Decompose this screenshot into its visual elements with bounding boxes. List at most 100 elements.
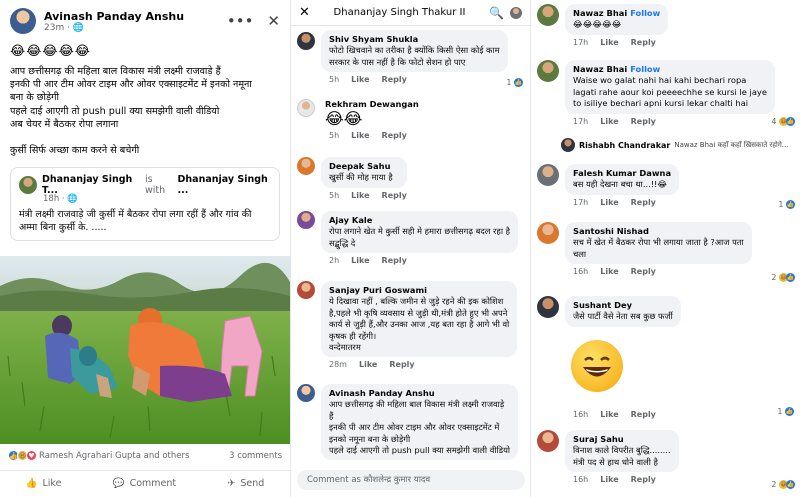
commenter-name[interactable]: Shiv Shyam Shukla: [329, 34, 500, 45]
like-button[interactable]: 👍 Like: [26, 478, 62, 489]
reply-likes[interactable]: 2 😆👍: [771, 273, 795, 282]
reply-link[interactable]: Reply: [631, 410, 656, 419]
comment-item: Rekhram Dewangan 😂😂 5h Like Reply: [291, 99, 530, 140]
commenter-avatar[interactable]: [537, 296, 559, 318]
commenter-name[interactable]: Sanjay Puri Goswami: [329, 285, 509, 296]
commenter-avatar[interactable]: [537, 60, 559, 82]
shared-with-name[interactable]: Dhananjay Singh ...: [178, 174, 271, 196]
commenter-name[interactable]: Falesh Kumar Dawna: [573, 168, 671, 179]
commenter-name[interactable]: Suraj Sahu: [573, 434, 671, 445]
reply-preview[interactable]: Rishabh Chandrakar Nawaz Bhai कहाँ कहाँ …: [561, 138, 800, 152]
commenter-avatar[interactable]: [297, 157, 315, 175]
close-icon[interactable]: ✕: [299, 5, 310, 20]
comments-header: ✕ Dhananjay Singh Thakur II 🔍: [291, 0, 530, 26]
comments-panel: ✕ Dhananjay Singh Thakur II 🔍 Shiv Shyam…: [290, 0, 530, 497]
like-link[interactable]: Like: [600, 267, 618, 276]
commenter-name[interactable]: Avinash Panday Anshu: [329, 388, 510, 399]
shared-author-avatar[interactable]: [19, 176, 37, 195]
comment-item: Shiv Shyam Shukla फोटो खिचवाने का तरीका ह…: [291, 30, 530, 87]
reactions-bar[interactable]: 👍 😆 ♥ Ramesh Agrahari Gupta and others 3 c…: [0, 450, 290, 461]
globe-icon: 🌐: [72, 22, 85, 33]
commenter-avatar[interactable]: [537, 4, 559, 26]
commenter-name[interactable]: Rekhram Dewangan: [325, 99, 419, 109]
comments-title: Dhananjay Singh Thakur II: [333, 7, 466, 18]
more-options-icon[interactable]: •••: [227, 12, 254, 30]
reply-link[interactable]: Reply: [631, 117, 656, 126]
like-link[interactable]: Like: [351, 75, 369, 84]
reply-likes[interactable]: 1 👍: [778, 200, 795, 209]
replies-panel: Nawaz Bhai Follow 😂😂😂😂😂 17h Like Reply Nawaz…: [530, 0, 800, 497]
reply-item: Suraj Sahu विनाश काले विपरीत बुद्धि......…: [531, 430, 800, 489]
reply-link[interactable]: Reply: [382, 191, 407, 200]
post-photo[interactable]: [0, 256, 290, 444]
commenter-name[interactable]: Ajay Kale: [329, 215, 510, 226]
commenter-name[interactable]: Rishabh Chandrakar: [579, 141, 670, 150]
like-link[interactable]: Like: [600, 198, 618, 207]
reply-link[interactable]: Reply: [631, 38, 656, 47]
reply-likes[interactable]: 2 😆👍: [771, 480, 795, 489]
commenter-avatar[interactable]: [561, 138, 575, 152]
commenter-avatar[interactable]: [537, 222, 559, 244]
shared-author[interactable]: Dhananjay Singh T...: [42, 174, 140, 196]
post-header: Avinash Panday Anshu 23m · 🌐 ••• ✕: [0, 0, 290, 42]
commenter-name[interactable]: Santoshi Nishad: [573, 226, 744, 237]
reply-item: Nawaz Bhai Follow 😂😂😂😂😂 17h Like Reply: [531, 4, 800, 47]
reply-item: Falesh Kumar Dawna बस यही देखना बचा था...…: [531, 164, 800, 209]
post-time[interactable]: 23m ·: [44, 23, 70, 33]
commenter-avatar[interactable]: [297, 281, 315, 299]
reply-likes[interactable]: 4 😆👍: [771, 117, 795, 126]
like-link[interactable]: Like: [359, 360, 377, 369]
author-avatar[interactable]: [10, 8, 36, 34]
follow-button[interactable]: Follow: [630, 8, 660, 18]
send-button[interactable]: ✈ Send: [227, 478, 264, 489]
follow-button[interactable]: Follow: [630, 64, 660, 74]
commenter-name[interactable]: Nawaz Bhai: [573, 64, 627, 74]
comment-button[interactable]: 💬 Comment: [113, 478, 176, 489]
commenter-avatar[interactable]: [537, 430, 559, 452]
love-reaction-icon: ♥: [26, 450, 37, 461]
commenter-avatar[interactable]: [537, 164, 559, 186]
comments-count[interactable]: 3 comments: [229, 451, 282, 461]
commenter-name[interactable]: Nawaz Bhai: [573, 8, 627, 18]
post-panel: Avinash Panday Anshu 23m · 🌐 ••• ✕ 😂😂😂😂😂…: [0, 0, 290, 497]
send-icon: ✈: [227, 478, 236, 489]
like-link[interactable]: Like: [600, 117, 618, 126]
comment-item: Deepak Sahu खुर्सी की मोह माया है 5h Like R…: [291, 157, 530, 200]
commenter-avatar[interactable]: [297, 384, 315, 402]
reply-item: Nawaz Bhai Follow Waise wo galat nahi hai …: [531, 60, 800, 126]
comment-likes[interactable]: 1 👍: [506, 78, 523, 87]
thumbs-up-icon: 👍: [25, 478, 38, 489]
commenter-avatar[interactable]: [297, 211, 315, 229]
shared-post[interactable]: Dhananjay Singh T... is with Dhananjay S…: [10, 167, 280, 242]
profile-avatar[interactable]: [510, 6, 522, 19]
reply-item: Sushant Dey जैसे पार्टी वैसे नेता सब कुछ …: [531, 296, 800, 327]
shared-time: 18h ·: [43, 194, 65, 205]
reply-link[interactable]: Reply: [389, 360, 414, 369]
reply-item: Santoshi Nishad सच में खेत में बैठकर रोपा…: [531, 222, 800, 282]
reply-link[interactable]: Reply: [382, 256, 407, 265]
reactions-text[interactable]: Ramesh Agrahari Gupta and others: [39, 451, 189, 461]
like-link[interactable]: Like: [600, 38, 618, 47]
sticker-meta: 16h Like Reply: [573, 410, 656, 419]
reply-link[interactable]: Reply: [382, 131, 407, 140]
reply-link[interactable]: Reply: [631, 475, 656, 484]
like-link[interactable]: Like: [600, 475, 618, 484]
close-icon[interactable]: ✕: [267, 12, 280, 30]
search-icon[interactable]: 🔍: [489, 6, 504, 20]
laughing-sticker: [571, 340, 623, 392]
like-link[interactable]: Like: [351, 191, 369, 200]
reply-link[interactable]: Reply: [631, 198, 656, 207]
reply-link[interactable]: Reply: [382, 75, 407, 84]
commenter-avatar[interactable]: [297, 99, 315, 117]
reply-likes[interactable]: 1 👍: [777, 407, 794, 416]
reply-link[interactable]: Reply: [631, 267, 656, 276]
comment-input[interactable]: Comment as कौशलेन्द्र कुमार यादव: [297, 470, 525, 490]
commenter-avatar[interactable]: [297, 32, 315, 50]
like-link[interactable]: Like: [600, 410, 618, 419]
like-link[interactable]: Like: [351, 256, 369, 265]
like-link[interactable]: Like: [351, 131, 369, 140]
post-actions: 👍 Like 💬 Comment ✈ Send: [0, 470, 290, 489]
commenter-name[interactable]: Sushant Dey: [573, 300, 673, 311]
commenter-name[interactable]: Deepak Sahu: [329, 161, 399, 172]
author-name[interactable]: Avinash Panday Anshu: [44, 10, 184, 23]
